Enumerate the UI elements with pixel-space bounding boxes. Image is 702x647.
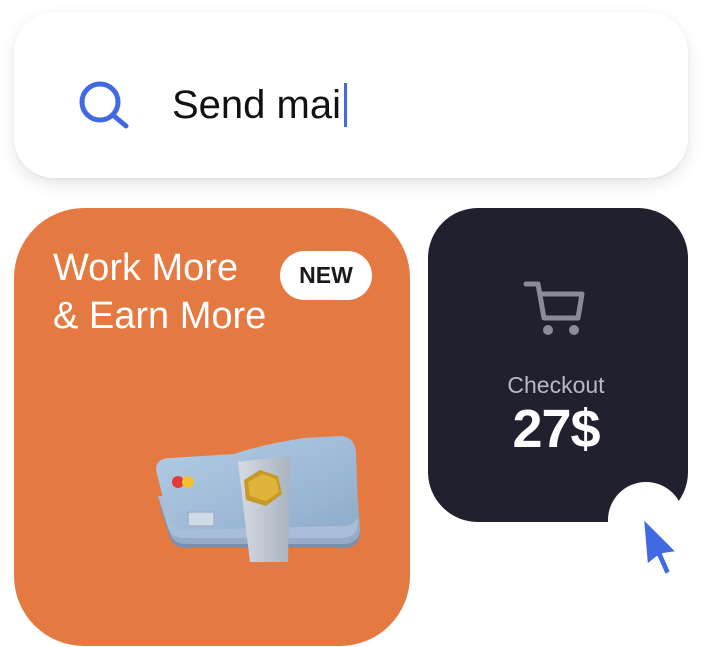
promo-card[interactable]: Work More & Earn More NEW xyxy=(14,208,410,646)
search-bar[interactable]: Send mai xyxy=(14,12,688,178)
checkout-label: Checkout xyxy=(507,372,605,398)
search-icon xyxy=(79,81,129,129)
new-badge: NEW xyxy=(280,251,372,300)
payment-cards-illustration xyxy=(156,436,360,562)
mouse-pointer-icon xyxy=(642,517,678,576)
shopping-cart-icon xyxy=(523,281,585,335)
checkout-amount: 27$ xyxy=(512,399,600,459)
search-input-value: Send mai xyxy=(172,83,341,127)
text-caret xyxy=(343,83,347,127)
search-input[interactable]: Send mai xyxy=(172,82,347,128)
checkout-card[interactable]: Checkout 27$ xyxy=(428,208,688,522)
promo-title: Work More & Earn More xyxy=(53,247,267,337)
